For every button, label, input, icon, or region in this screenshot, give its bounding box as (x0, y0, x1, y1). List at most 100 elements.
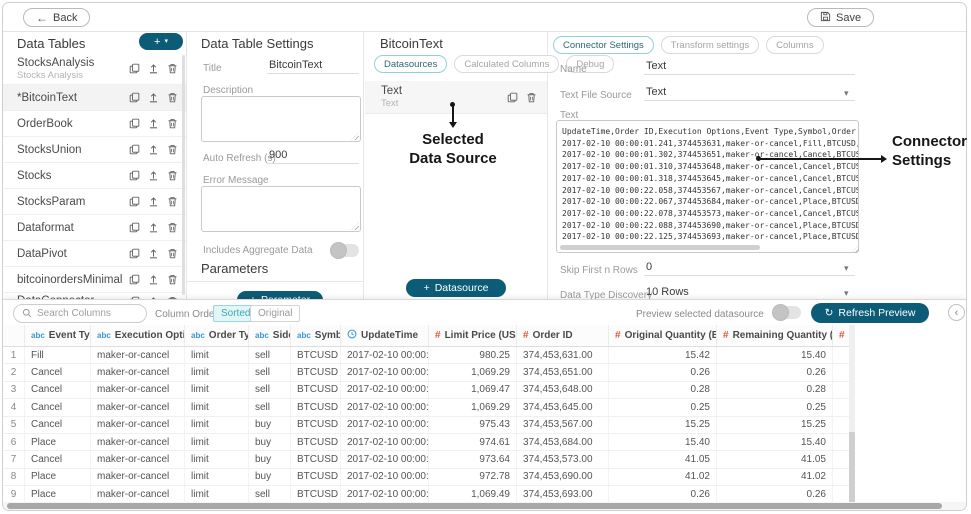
sidebar-item-datapivot[interactable]: DataPivot (3, 241, 186, 267)
sidebar-item-stocksanalysis[interactable]: StocksAnalysisStocks Analysis (3, 53, 186, 85)
text-content-textarea[interactable]: UpdateTime,Order ID,Execution Options,Ev… (556, 120, 859, 253)
cell-order-type: limit (185, 451, 249, 467)
table-row[interactable]: 8Placemaker-or-cancellimitbuyBTCUSD2017-… (3, 469, 849, 486)
connector-tabs: Connector Settings Transform settings Colu… (553, 36, 824, 54)
auto-refresh-input[interactable] (267, 149, 359, 164)
copy-icon[interactable] (128, 63, 140, 75)
collapse-preview-button[interactable]: ‹ (948, 304, 965, 321)
column-header-side[interactable]: abcSide (249, 325, 291, 346)
column-order-original-button[interactable]: Original (250, 305, 300, 322)
trash-icon[interactable] (166, 196, 178, 208)
column-header-seq[interactable]: #Seq (833, 325, 849, 346)
upload-icon[interactable] (147, 63, 159, 75)
trash-icon[interactable] (166, 63, 178, 75)
sidebar-item-orderbook[interactable]: OrderBook (3, 111, 186, 137)
refresh-preview-button[interactable]: ↻ Refresh Preview (811, 303, 929, 323)
trash-icon[interactable] (166, 222, 178, 234)
upload-icon[interactable] (147, 222, 159, 234)
connector-tab-columns[interactable]: Columns (766, 36, 824, 54)
trash-icon[interactable] (166, 118, 178, 130)
skip-rows-select[interactable]: 0 (644, 261, 855, 276)
column-header-row-number[interactable] (3, 325, 25, 346)
title-input[interactable] (267, 59, 359, 74)
cell-order-type: limit (185, 364, 249, 380)
connector-tab-transform-settings[interactable]: Transform settings (661, 36, 759, 54)
toggle-knob (772, 304, 789, 321)
search-columns-input[interactable] (37, 308, 138, 319)
copy-icon[interactable] (506, 91, 518, 103)
name-input[interactable] (644, 60, 855, 75)
trash-icon[interactable] (166, 170, 178, 182)
copy-icon[interactable] (128, 222, 140, 234)
table-row[interactable]: 3Cancelmaker-or-cancellimitsellBTCUSD201… (3, 382, 849, 399)
sidebar-item-bitcoinordersminimal[interactable]: bitcoinordersMinimal (3, 267, 186, 293)
search-columns-field[interactable] (13, 304, 147, 323)
copy-icon[interactable] (128, 196, 140, 208)
sidebar-item-stocksparam[interactable]: StocksParam (3, 189, 186, 215)
add-data-table-button[interactable]: + ▾ (139, 33, 183, 50)
description-label: Description (203, 85, 253, 96)
annotation-arrow-line (452, 105, 454, 123)
column-header-updatetime[interactable]: UpdateTime (341, 325, 429, 346)
table-row[interactable]: 2Cancelmaker-or-cancellimitsellBTCUSD201… (3, 364, 849, 381)
datasource-tab-calculated-columns[interactable]: Calculated Columns (454, 55, 559, 73)
copy-icon[interactable] (128, 92, 140, 104)
upload-icon[interactable] (147, 248, 159, 260)
table-vscrollbar[interactable] (849, 325, 855, 502)
column-header-order-type[interactable]: abcOrder Type (185, 325, 249, 346)
connector-tab-connector-settings[interactable]: Connector Settings (553, 36, 654, 54)
trash-icon[interactable] (166, 248, 178, 260)
cell-side: buy (249, 451, 291, 467)
description-textarea[interactable] (201, 96, 361, 142)
save-button[interactable]: Save (807, 8, 874, 27)
error-message-textarea[interactable] (201, 186, 361, 232)
table-row[interactable]: 1Fillmaker-or-cancellimitsellBTCUSD2017-… (3, 347, 849, 364)
cell-updatetime: 2017-02-10 00:00:22.078 (341, 451, 429, 467)
upload-icon[interactable] (147, 170, 159, 182)
datasource-tab-datasources[interactable]: Datasources (374, 55, 447, 73)
cell-updatetime: 2017-02-10 00:00:01.302 (341, 364, 429, 380)
upload-icon[interactable] (147, 144, 159, 156)
sidebar-item-bitcointext[interactable]: *BitcoinText (3, 85, 186, 111)
trash-icon[interactable] (166, 92, 178, 104)
column-header-order-id[interactable]: #Order ID (517, 325, 609, 346)
column-header-limit-price-usd[interactable]: #Limit Price (USD) (429, 325, 517, 346)
sidebar-item-dataformat[interactable]: Dataformat (3, 215, 186, 241)
back-button[interactable]: ← Back (23, 8, 90, 27)
table-row[interactable]: 5Cancelmaker-or-cancellimitbuyBTCUSD2017… (3, 417, 849, 434)
upload-icon[interactable] (147, 118, 159, 130)
table-hscrollbar[interactable] (3, 502, 966, 510)
aggregate-toggle[interactable] (331, 244, 359, 257)
type-discovery-select[interactable]: 10 Rows (644, 286, 855, 300)
textarea-hscrollbar[interactable] (560, 245, 760, 250)
trash-icon[interactable] (166, 274, 178, 286)
table-row[interactable]: 7Cancelmaker-or-cancellimitbuyBTCUSD2017… (3, 451, 849, 468)
column-header-event-type[interactable]: abcEvent Type (25, 325, 91, 346)
copy-icon[interactable] (128, 144, 140, 156)
upload-icon[interactable] (147, 274, 159, 286)
table-row[interactable]: 6Placemaker-or-cancellimitbuyBTCUSD2017-… (3, 434, 849, 451)
table-row[interactable]: 4Cancelmaker-or-cancellimitsellBTCUSD201… (3, 399, 849, 416)
column-header-original-quantity-btc[interactable]: #Original Quantity (BTC) (609, 325, 717, 346)
sidebar-item-stocksunion[interactable]: StocksUnion (3, 137, 186, 163)
data-table-name: Stocks (17, 170, 52, 182)
preview-datasource-toggle[interactable] (773, 306, 801, 319)
datasource-item-text[interactable]: Text Text (365, 81, 547, 114)
trash-icon[interactable] (166, 144, 178, 156)
upload-icon[interactable] (147, 196, 159, 208)
add-datasource-button[interactable]: + Datasource (406, 279, 506, 297)
sidebar-item-stocks[interactable]: Stocks (3, 163, 186, 189)
copy-icon[interactable] (128, 274, 140, 286)
table-row[interactable]: 9Placemaker-or-cancellimitsellBTCUSD2017… (3, 486, 849, 502)
trash-icon[interactable] (525, 91, 537, 103)
copy-icon[interactable] (128, 170, 140, 182)
column-header-execution-options[interactable]: abcExecution Options (91, 325, 185, 346)
copy-icon[interactable] (128, 118, 140, 130)
column-header-remaining-quantity-btc[interactable]: #Remaining Quantity (BTC) (717, 325, 833, 346)
column-header-symbol[interactable]: abcSymbol (291, 325, 341, 346)
copy-icon[interactable] (128, 248, 140, 260)
file-source-select[interactable]: Text (644, 86, 855, 101)
data-table-title: DataPivot (17, 248, 67, 260)
sidebar-scrollbar[interactable] (182, 55, 185, 295)
upload-icon[interactable] (147, 92, 159, 104)
